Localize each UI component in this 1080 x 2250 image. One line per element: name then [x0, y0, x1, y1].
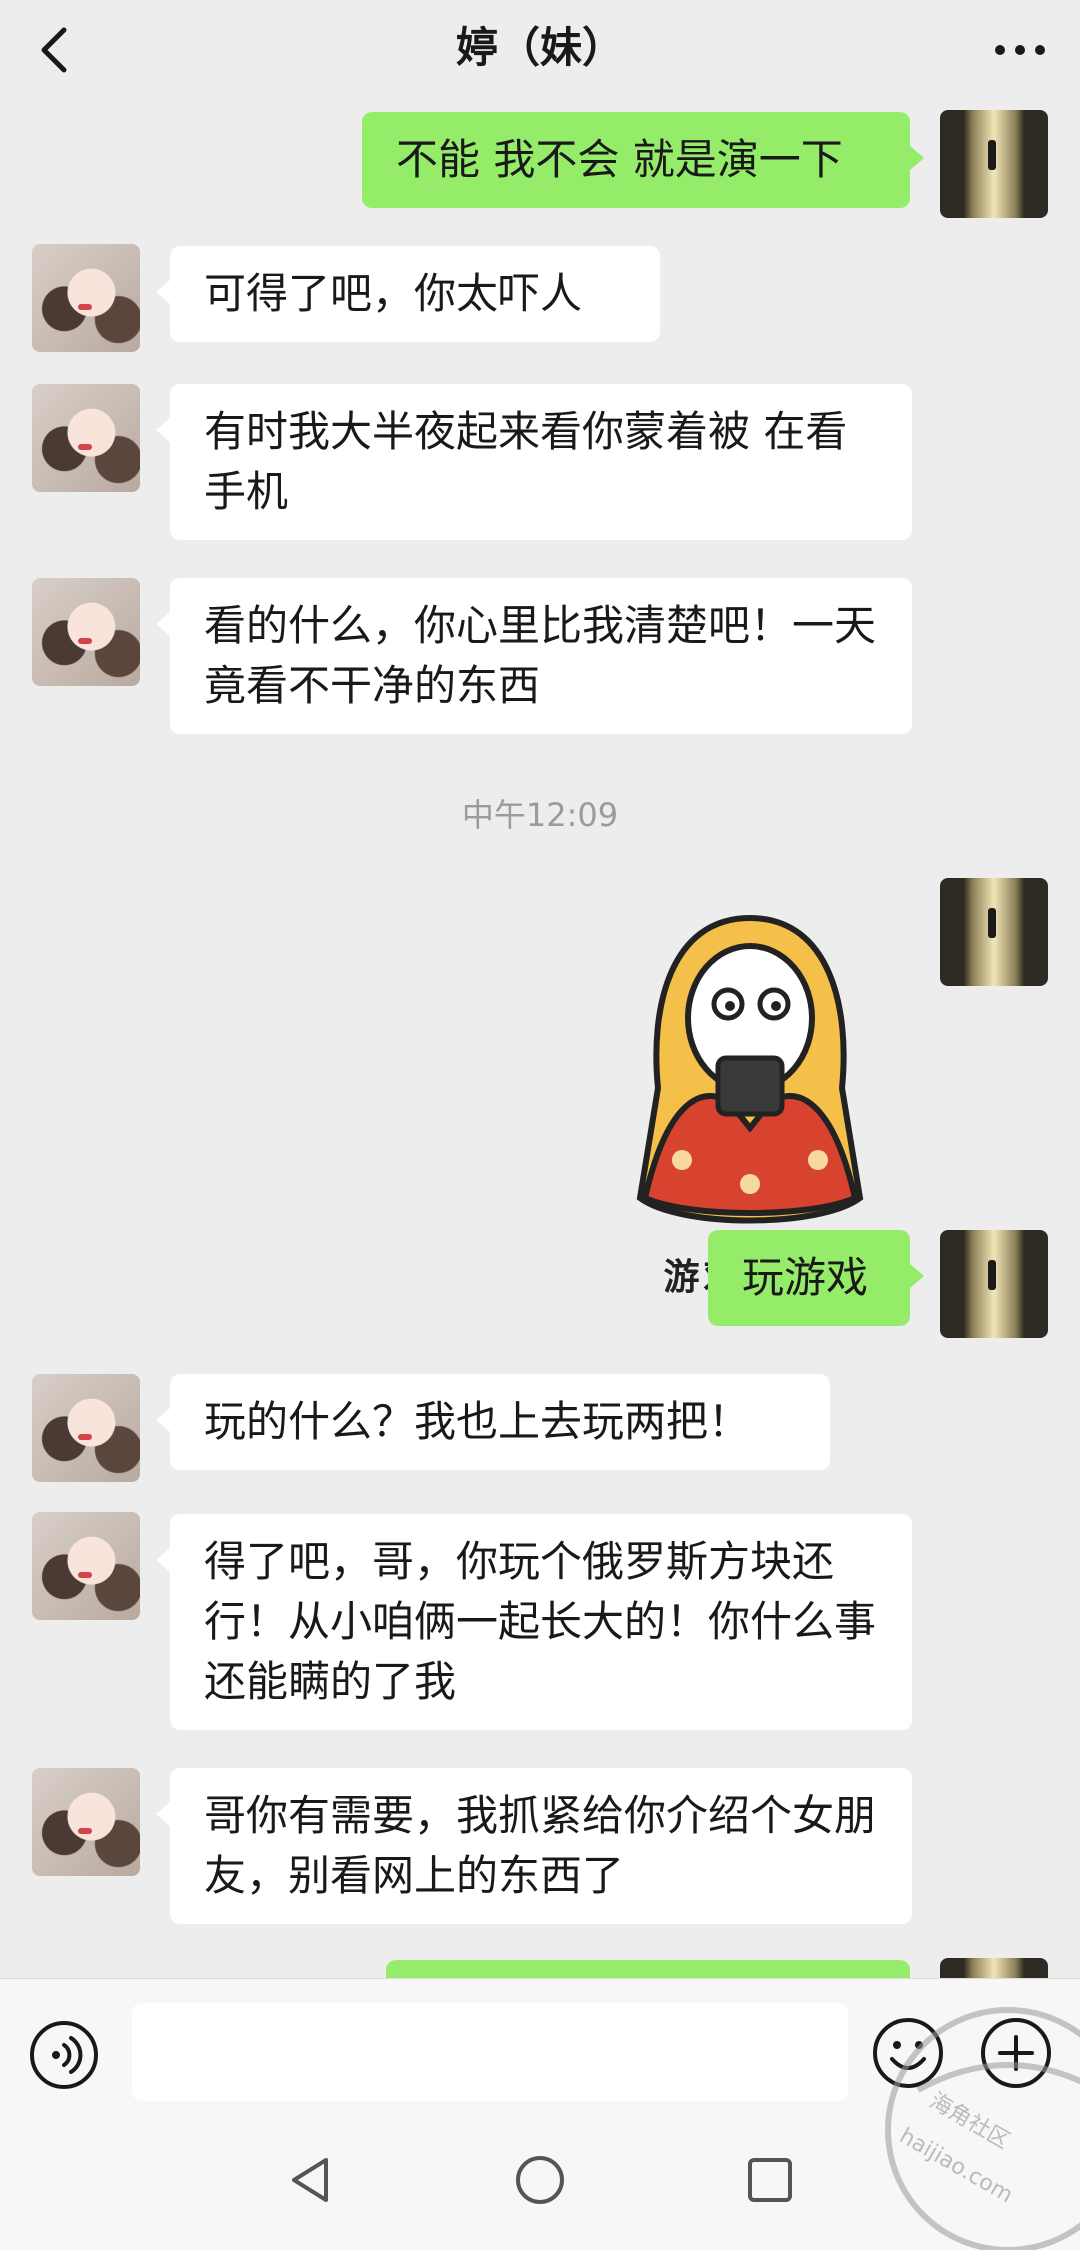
contact-avatar[interactable]: [32, 578, 140, 686]
message-bubble-incoming[interactable]: 看的什么，你心里比我清楚吧！一天竟看不干净的东西: [156, 578, 912, 734]
triangle-back-icon[interactable]: [282, 2152, 338, 2208]
circle-home-icon[interactable]: [512, 2152, 568, 2208]
message-bubble-incoming[interactable]: 有时我大半夜起来看你蒙着被 在看手机: [156, 384, 912, 540]
message-bubble-outgoing-partial[interactable]: [386, 1960, 910, 1978]
square-recent-icon[interactable]: [742, 2152, 798, 2208]
message-bubble-incoming[interactable]: 哥你有需要，我抓紧给你介绍个女朋友，别看网上的东西了: [156, 1768, 912, 1924]
contact-avatar[interactable]: [32, 1768, 140, 1876]
message-bubble-outgoing[interactable]: 玩游戏: [708, 1230, 924, 1326]
contact-avatar[interactable]: [32, 1512, 140, 1620]
sticker-image: [636, 914, 864, 1224]
contact-avatar[interactable]: [32, 1374, 140, 1482]
voice-icon[interactable]: [28, 2019, 100, 2091]
more-dots-icon[interactable]: [990, 30, 1050, 70]
chat-title: 婷（妹）: [455, 23, 624, 72]
my-avatar[interactable]: [940, 110, 1048, 218]
message-input[interactable]: [132, 2003, 848, 2101]
chat-header: 婷（妹）: [0, 0, 1080, 100]
message-bubble-incoming[interactable]: 可得了吧，你太吓人: [156, 246, 660, 342]
my-avatar[interactable]: [940, 1958, 1048, 1978]
message-bubble-incoming[interactable]: 得了吧，哥，你玩个俄罗斯方块还行！从小咱俩一起长大的！你什么事还能瞒的了我: [156, 1514, 912, 1730]
my-avatar[interactable]: [940, 878, 1048, 986]
my-avatar[interactable]: [940, 1230, 1048, 1338]
message-list[interactable]: 不能 我不会 就是演一下 可得了吧，你太吓人 有时我大半夜起来看你蒙着被 在看手…: [0, 100, 1080, 1978]
watermark-logo: 海角社区 haijiao.com: [885, 2007, 1080, 2250]
contact-avatar[interactable]: [32, 244, 140, 352]
message-bubble-outgoing[interactable]: 不能 我不会 就是演一下: [362, 112, 924, 208]
contact-avatar[interactable]: [32, 384, 140, 492]
message-bubble-incoming[interactable]: 玩的什么？我也上去玩两把！: [156, 1374, 830, 1470]
message-timestamp: 中午12:09: [461, 796, 619, 834]
